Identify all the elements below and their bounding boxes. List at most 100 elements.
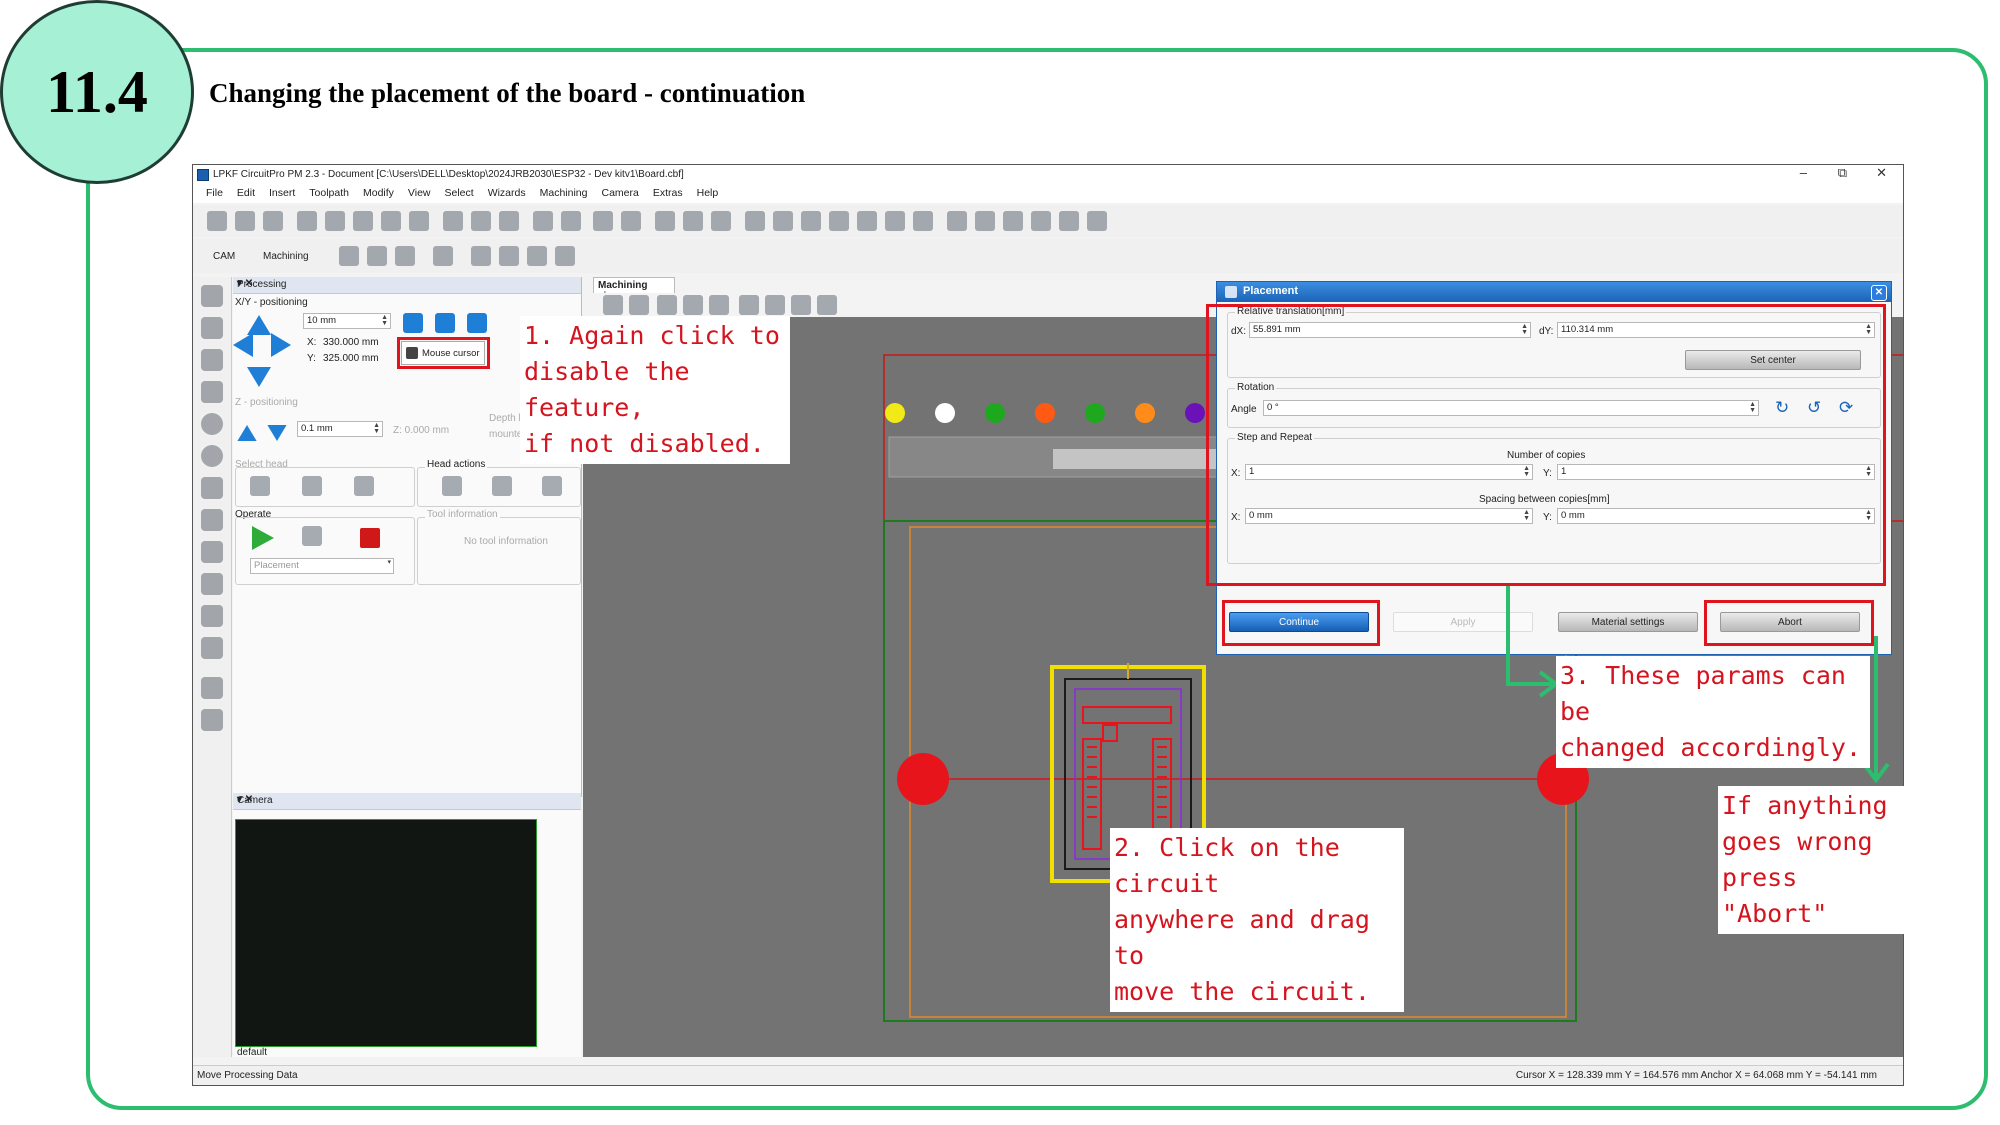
- move-icon[interactable]: [947, 211, 967, 231]
- menu-help[interactable]: Help: [690, 185, 726, 201]
- hand-move-icon[interactable]: [791, 295, 811, 315]
- star-tool-icon[interactable]: [201, 477, 223, 499]
- crosshair-tool-icon[interactable]: [201, 541, 223, 563]
- filled-polygon-tool-icon[interactable]: [201, 349, 223, 371]
- close-button[interactable]: ✕: [1876, 165, 1887, 181]
- z-up-icon[interactable]: [237, 425, 257, 441]
- view-icon-1[interactable]: [657, 295, 677, 315]
- z-step-field[interactable]: 0.1 mm ▲ ▼: [297, 421, 383, 437]
- layer-dot-purple[interactable]: [1185, 403, 1205, 423]
- step-size-field[interactable]: 10 mm ▲ ▼: [303, 313, 391, 329]
- redo-icon[interactable]: [471, 211, 491, 231]
- copy-icon[interactable]: [325, 211, 345, 231]
- head-action-icon-1[interactable]: [442, 476, 462, 496]
- tab-machining-view[interactable]: Machining view: [593, 277, 675, 302]
- layer-dot-white[interactable]: [935, 403, 955, 423]
- print-preview-icon[interactable]: [381, 211, 401, 231]
- move-down-icon[interactable]: [247, 367, 271, 387]
- cam-tool-icon-6[interactable]: [527, 246, 547, 266]
- circle-tool-icon[interactable]: [201, 445, 223, 467]
- step-icon[interactable]: [302, 526, 322, 546]
- mirror-icon[interactable]: [857, 211, 877, 231]
- dimension-icon-1[interactable]: [1003, 211, 1023, 231]
- tool-icon-1[interactable]: [533, 211, 553, 231]
- info-icon[interactable]: [467, 313, 487, 333]
- menu-view[interactable]: View: [401, 185, 438, 201]
- menu-insert[interactable]: Insert: [262, 185, 302, 201]
- move-up-icon[interactable]: [247, 315, 271, 335]
- apply-button[interactable]: Apply: [1393, 612, 1533, 632]
- rotate-icon-4[interactable]: [829, 211, 849, 231]
- new-icon[interactable]: [207, 211, 227, 231]
- rotate-icon-1[interactable]: [745, 211, 765, 231]
- z-down-icon[interactable]: [267, 425, 287, 441]
- cam-tool-icon-2[interactable]: [367, 246, 387, 266]
- undo-icon[interactable]: [443, 211, 463, 231]
- cam-tool-icon-5[interactable]: [499, 246, 519, 266]
- save-icon[interactable]: [263, 211, 283, 231]
- layer-dot-orange[interactable]: [1135, 403, 1155, 423]
- delete-icon[interactable]: [499, 211, 519, 231]
- stop-icon[interactable]: [360, 528, 380, 548]
- camera-close-icon[interactable]: ▾ ✕: [237, 794, 575, 805]
- material-settings-button[interactable]: Material settings: [1558, 612, 1698, 632]
- operate-select[interactable]: Placement ▾: [250, 558, 394, 574]
- head-action-icon-2[interactable]: [492, 476, 512, 496]
- minimize-button[interactable]: –: [1800, 165, 1807, 180]
- move-right-icon[interactable]: [271, 333, 291, 357]
- menu-select[interactable]: Select: [438, 185, 481, 201]
- pointer-icon[interactable]: [629, 295, 649, 315]
- zoom-icon[interactable]: [739, 295, 759, 315]
- tool-icon-5[interactable]: [655, 211, 675, 231]
- rectangle-tool-icon[interactable]: [201, 381, 223, 403]
- circuit-traces[interactable]: [1082, 663, 1172, 850]
- cut-icon[interactable]: [297, 211, 317, 231]
- layer-dot-green-2[interactable]: [1085, 403, 1105, 423]
- head-icon-2[interactable]: [302, 476, 322, 496]
- menu-edit[interactable]: Edit: [230, 185, 262, 201]
- snap-icon[interactable]: [817, 295, 837, 315]
- layer-dot-orange-red[interactable]: [1035, 403, 1055, 423]
- measure-icon[interactable]: [975, 211, 995, 231]
- view-icon-2[interactable]: [683, 295, 703, 315]
- panel-close-icon[interactable]: ▾ ✕: [237, 278, 575, 289]
- scale-icon[interactable]: [913, 211, 933, 231]
- menu-extras[interactable]: Extras: [646, 185, 690, 201]
- drill-tool-icon[interactable]: [201, 637, 223, 659]
- head-icon-1[interactable]: [250, 476, 270, 496]
- play-icon[interactable]: [252, 526, 274, 550]
- tool-icon-2[interactable]: [561, 211, 581, 231]
- camera-view[interactable]: [235, 819, 537, 1047]
- dimension-tool-icon[interactable]: [201, 677, 223, 699]
- view-icon-3[interactable]: [709, 295, 729, 315]
- menu-modify[interactable]: Modify: [356, 185, 401, 201]
- rotate-icon-3[interactable]: [801, 211, 821, 231]
- circle-filled-tool-icon[interactable]: [201, 413, 223, 435]
- maximize-button[interactable]: ⧉: [1838, 165, 1847, 181]
- menu-camera[interactable]: Camera: [594, 185, 645, 201]
- menu-toolpath[interactable]: Toolpath: [302, 185, 356, 201]
- home-icon[interactable]: [403, 313, 423, 333]
- shape-tool-icon[interactable]: [201, 573, 223, 595]
- select-arrow-icon[interactable]: [603, 295, 623, 315]
- polygon-tool-icon[interactable]: [201, 317, 223, 339]
- open-icon[interactable]: [235, 211, 255, 231]
- machining-label[interactable]: Machining: [263, 251, 309, 262]
- head-icon-3[interactable]: [354, 476, 374, 496]
- pad-tool-icon[interactable]: [201, 605, 223, 627]
- menu-wizards[interactable]: Wizards: [481, 185, 533, 201]
- print-icon[interactable]: [409, 211, 429, 231]
- cam-tool-icon-7[interactable]: [555, 246, 575, 266]
- tool-icon-7[interactable]: [711, 211, 731, 231]
- paste-icon[interactable]: [353, 211, 373, 231]
- cam-tool-icon-4[interactable]: [471, 246, 491, 266]
- move-left-icon[interactable]: [233, 333, 253, 357]
- angle-tool-icon[interactable]: [201, 709, 223, 731]
- dimension-icon-2[interactable]: [1031, 211, 1051, 231]
- align-icon[interactable]: [885, 211, 905, 231]
- cam-tool-icon-1[interactable]: [339, 246, 359, 266]
- hand-icon[interactable]: [765, 295, 785, 315]
- dimension-icon-4[interactable]: [1087, 211, 1107, 231]
- menu-file[interactable]: File: [199, 185, 230, 201]
- layer-dot-yellow[interactable]: [885, 403, 905, 423]
